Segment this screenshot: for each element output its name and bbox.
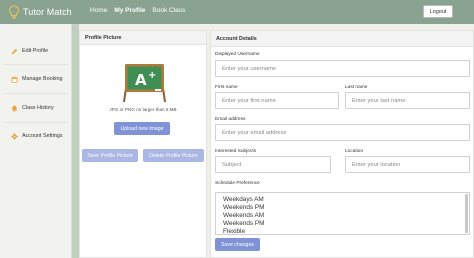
bell-icon	[11, 105, 18, 112]
nav-link-book-class[interactable]: Book Class	[152, 7, 185, 14]
sidebar-item-manage-booking[interactable]: Manage Booking	[11, 73, 62, 85]
sidebar-divider	[4, 122, 68, 123]
top-navbar: Tutor Match Home My Profile Book Class L…	[0, 0, 474, 24]
subjects-label: Interested Subjects	[215, 149, 257, 154]
nav-link-home[interactable]: Home	[90, 7, 107, 14]
lightbulb-icon	[8, 5, 20, 19]
sidebar-item-label: Edit Profile	[22, 48, 49, 54]
email-input[interactable]	[215, 124, 470, 141]
last-name-label: Last name	[345, 85, 368, 90]
calendar-icon	[11, 75, 18, 83]
sidebar-item-label: Class History	[22, 105, 54, 111]
brand-name: Tutor Match	[23, 7, 72, 17]
save-profile-picture-button[interactable]: Save Profile Picture	[82, 149, 138, 162]
sidebar-item-class-history[interactable]: Class History	[11, 102, 54, 114]
account-details-title: Account Details	[211, 31, 473, 47]
schedule-preference-select[interactable]: Weekdays AM Weekends PM Weekends AM Week…	[215, 192, 470, 235]
nav-link-my-profile[interactable]: My Profile	[114, 7, 145, 14]
save-changes-button[interactable]: Save changes	[215, 238, 260, 251]
chalkboard-a-plus-icon: A +	[123, 64, 166, 103]
location-label: Location	[345, 149, 364, 154]
schedule-option[interactable]: Weekends AM	[223, 212, 264, 219]
delete-profile-picture-button[interactable]: Delete Profile Picture	[143, 149, 204, 162]
sidebar-item-edit-profile[interactable]: Edit Profile	[11, 45, 48, 57]
first-name-label: First name	[215, 85, 238, 90]
profile-picture-card: Profile Picture A + JPG or PNG no larger…	[79, 30, 207, 258]
sidebar-item-account-settings[interactable]: Account Settings	[11, 130, 62, 142]
last-name-input[interactable]	[345, 92, 470, 109]
pencil-icon	[11, 48, 18, 54]
schedule-option[interactable]: Weekends PM	[223, 204, 264, 211]
profile-picture-title: Profile Picture	[80, 31, 206, 45]
content-background-strip	[72, 24, 79, 258]
brand[interactable]: Tutor Match	[8, 4, 72, 20]
sidebar: Edit Profile Manage Booking Class Histor…	[0, 24, 72, 258]
account-details-card: Account Details Displayed Username First…	[210, 30, 474, 258]
email-label: Email address	[215, 117, 246, 122]
upload-image-button[interactable]: Upload new image	[114, 122, 170, 135]
location-input[interactable]	[345, 156, 470, 173]
schedule-option[interactable]: Weekends PM	[223, 220, 264, 227]
sidebar-divider	[4, 93, 68, 94]
username-label: Displayed Username	[215, 52, 260, 57]
schedule-option[interactable]: Flexible	[223, 228, 245, 234]
nav-links: Home My Profile Book Class	[90, 7, 192, 14]
gear-icon	[11, 132, 18, 140]
username-input[interactable]	[215, 60, 470, 77]
sidebar-divider	[4, 64, 68, 65]
sidebar-item-label: Manage Booking	[22, 76, 63, 82]
first-name-input[interactable]	[215, 92, 339, 109]
schedule-option[interactable]: Weekdays AM	[223, 196, 264, 203]
svg-text:A: A	[135, 71, 147, 89]
svg-text:+: +	[148, 70, 156, 81]
upload-hint: JPG or PNG no larger than 5 MB	[109, 107, 177, 112]
schedule-scrollbar[interactable]	[465, 194, 468, 233]
schedule-label: Schedule Preference	[215, 181, 260, 186]
subjects-input[interactable]	[215, 156, 331, 173]
logout-button[interactable]: Logout	[423, 5, 453, 18]
sidebar-item-label: Account Settings	[22, 133, 63, 139]
